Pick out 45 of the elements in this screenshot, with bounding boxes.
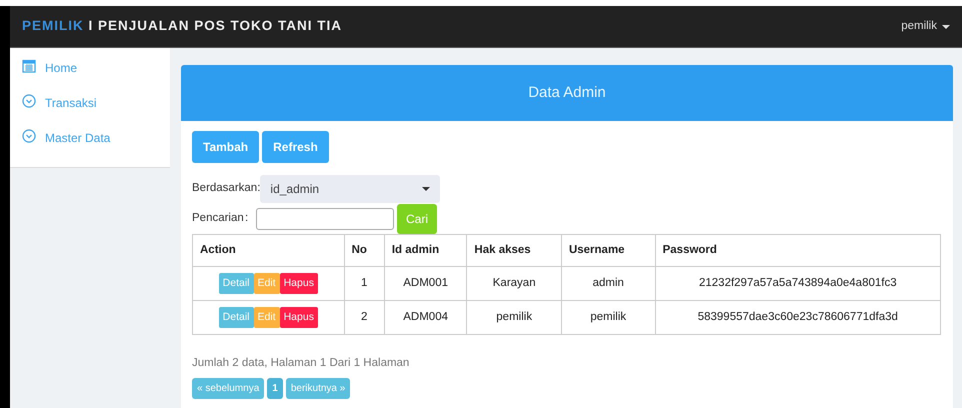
column-header: Id admin <box>384 234 467 266</box>
filter-label: Berdasarkan: <box>192 181 260 196</box>
search-separator: : <box>245 211 250 226</box>
sidebar-item[interactable]: Master Data <box>10 123 170 158</box>
table-cell: ADM001 <box>384 266 467 300</box>
summary-text: Jumlah 2 data, Halaman 1 Dari 1 Halaman <box>192 356 410 371</box>
table-cell: ADM004 <box>384 300 467 334</box>
toolbar-button[interactable]: Refresh <box>262 131 329 163</box>
action-button[interactable]: Hapus <box>280 272 318 294</box>
search-button[interactable]: Cari <box>397 204 437 234</box>
action-button[interactable]: Edit <box>254 272 280 294</box>
table-cell: admin <box>561 266 656 300</box>
toolbar-button[interactable]: Tambah <box>192 131 260 163</box>
filter-value: id_admin <box>270 181 320 198</box>
chevron-circle-icon <box>22 129 36 143</box>
table-cell: Karayan <box>466 266 562 300</box>
sidebar-item[interactable]: Transaksi <box>10 88 170 123</box>
column-header: Hak akses <box>466 234 562 266</box>
column-header: Password <box>655 234 940 266</box>
table-cell: 1 <box>344 266 384 300</box>
table-cell: 21232f297a57a5a743894a0e4a801fc3 <box>655 266 940 300</box>
pagination-button[interactable]: « sebelumnya <box>192 378 264 400</box>
action-button[interactable]: Detail <box>218 272 254 294</box>
pagination-button[interactable]: 1 <box>267 378 283 400</box>
app-title: PEMILIK I PENJUALAN POS TOKO TANI TIA <box>22 17 342 36</box>
user-menu[interactable]: pemilik <box>901 18 950 36</box>
table-cell: pemilik <box>466 300 562 334</box>
action-button[interactable]: Hapus <box>280 306 318 328</box>
search-label: Pencarian <box>192 211 245 226</box>
table-cell: 58399557dae3c60e23c78606771dfa3d <box>655 300 940 334</box>
caret-icon <box>422 187 430 191</box>
filter-select[interactable]: id_admin <box>260 175 440 203</box>
chevron-circle-icon <box>22 94 36 108</box>
column-header: Username <box>561 234 656 266</box>
search-field[interactable] <box>256 208 394 230</box>
table-cell: pemilik <box>561 300 656 334</box>
action-button[interactable]: Edit <box>254 306 280 328</box>
panel-title: Data Admin <box>181 65 953 121</box>
action-button[interactable]: Detail <box>218 306 254 328</box>
column-header: No <box>344 234 384 266</box>
table-cell: 2 <box>344 300 384 334</box>
calendar-icon <box>22 59 36 73</box>
pagination-button[interactable]: berikutnya » <box>286 378 350 400</box>
sidebar-item[interactable]: Home <box>10 53 170 88</box>
column-header: Action <box>192 234 344 266</box>
